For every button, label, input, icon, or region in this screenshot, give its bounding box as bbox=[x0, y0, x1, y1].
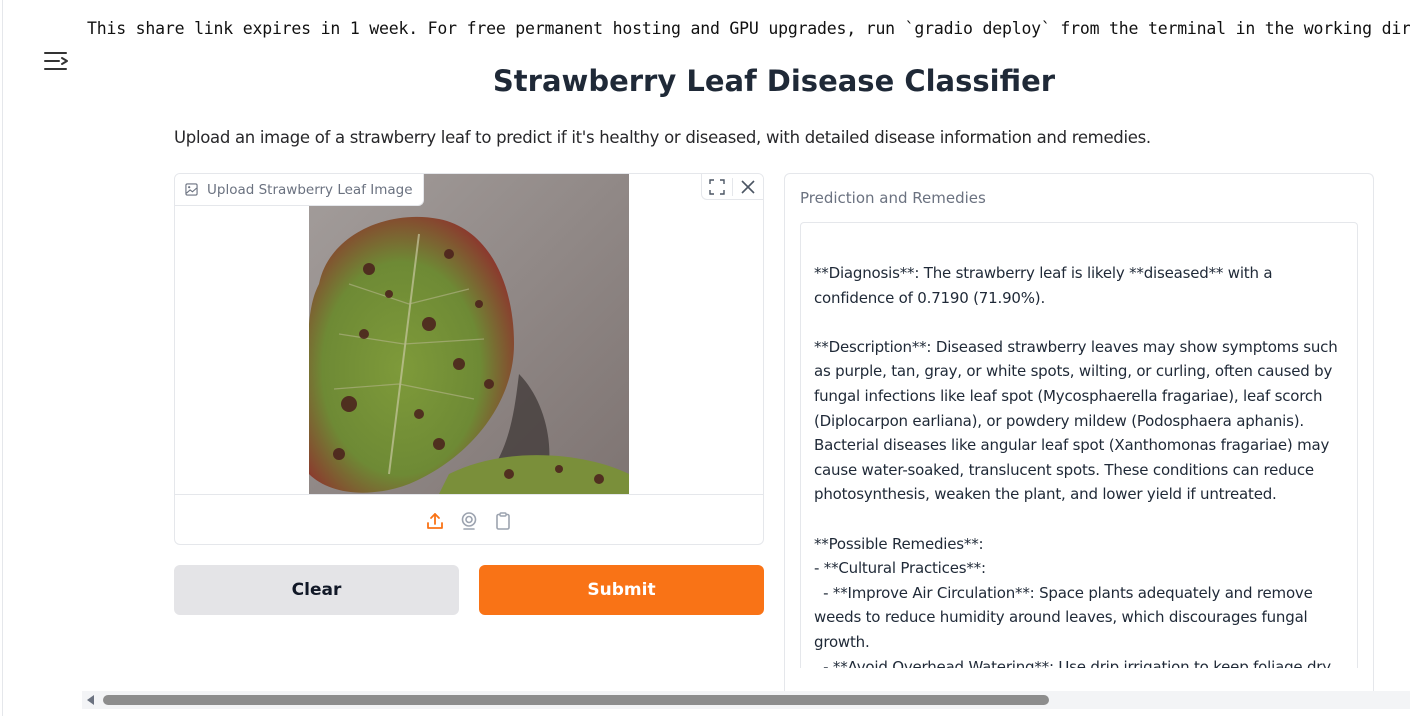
image-upload-block[interactable]: Upload Strawberry Leaf Image bbox=[174, 173, 764, 545]
clear-button[interactable]: Clear bbox=[174, 565, 459, 615]
share-link-notice: This share link expires in 1 week. For f… bbox=[87, 19, 1410, 38]
page-title: Strawberry Leaf Disease Classifier bbox=[492, 64, 1056, 98]
output-label: Prediction and Remedies bbox=[800, 189, 986, 207]
clipboard-icon[interactable] bbox=[492, 510, 514, 532]
scroll-left-arrow-icon[interactable] bbox=[87, 695, 94, 705]
image-input-label: Upload Strawberry Leaf Image bbox=[175, 174, 424, 206]
uploaded-leaf-image bbox=[309, 174, 629, 494]
scrollbar-thumb[interactable] bbox=[103, 695, 1049, 705]
page-description: Upload an image of a strawberry leaf to … bbox=[174, 128, 1151, 147]
close-icon[interactable] bbox=[737, 176, 759, 198]
submit-button[interactable]: Submit bbox=[479, 565, 764, 615]
image-input-label-text: Upload Strawberry Leaf Image bbox=[207, 181, 413, 198]
toolbar-divider bbox=[732, 177, 733, 196]
page-left-border bbox=[2, 0, 3, 716]
prediction-output-panel: Prediction and Remedies **Diagnosis**: T… bbox=[784, 173, 1374, 693]
prediction-output-text[interactable]: **Diagnosis**: The strawberry leaf is li… bbox=[800, 222, 1358, 668]
image-source-selector bbox=[175, 494, 763, 544]
upload-icon[interactable] bbox=[424, 510, 446, 532]
webcam-icon[interactable] bbox=[458, 510, 480, 532]
image-toolbar bbox=[701, 174, 763, 200]
image-icon bbox=[185, 183, 198, 196]
fullscreen-icon[interactable] bbox=[706, 176, 728, 198]
horizontal-scrollbar[interactable] bbox=[82, 691, 1410, 709]
